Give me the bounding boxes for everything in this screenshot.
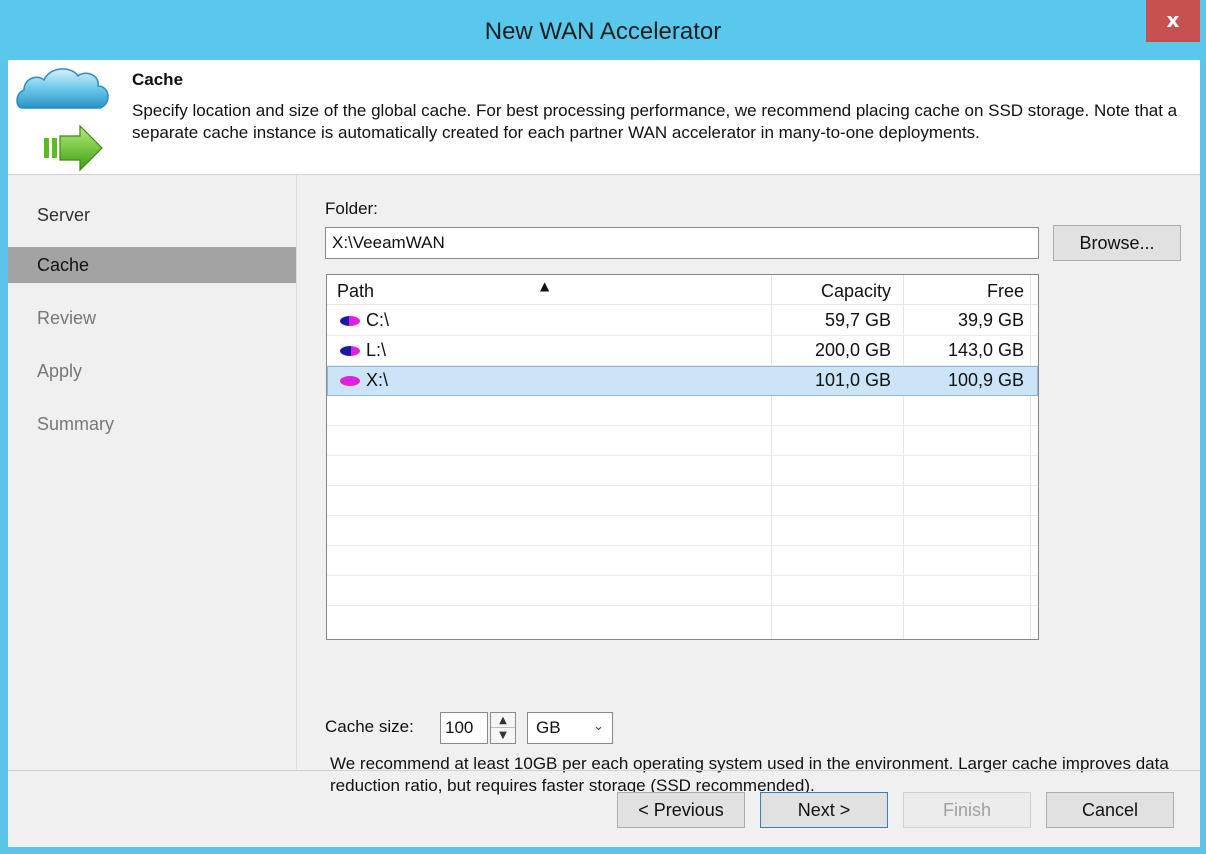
column-header-free[interactable]: Free bbox=[903, 281, 1030, 302]
step-apply: Apply bbox=[37, 361, 83, 381]
volumes-table: Path ▲ Capacity Free C:\ 59,7 GB 39,9 GB… bbox=[326, 274, 1039, 640]
cache-size-label: Cache size: bbox=[325, 717, 414, 736]
chevron-down-icon[interactable]: ▼ bbox=[491, 728, 515, 743]
cache-unit-value: GB bbox=[536, 718, 561, 737]
disk-icon bbox=[340, 316, 360, 326]
row-free: 100,9 GB bbox=[947, 370, 1024, 390]
cloud-arrow-icon bbox=[16, 68, 109, 172]
row-divider bbox=[327, 515, 1038, 516]
folder-label: Folder: bbox=[325, 199, 378, 218]
row-free: 143,0 GB bbox=[947, 340, 1024, 360]
table-row[interactable]: C:\ 59,7 GB 39,9 GB bbox=[327, 306, 1038, 336]
finish-button: Finish bbox=[903, 792, 1031, 828]
row-capacity: 59,7 GB bbox=[824, 310, 891, 330]
table-row[interactable]: L:\ 200,0 GB 143,0 GB bbox=[327, 336, 1038, 366]
wizard-content: Cache Specify location and size of the g… bbox=[8, 60, 1200, 847]
disk-icon bbox=[340, 346, 360, 356]
row-divider bbox=[327, 575, 1038, 576]
row-divider bbox=[327, 545, 1038, 546]
cache-size-input[interactable] bbox=[440, 712, 488, 744]
step-summary: Summary bbox=[37, 414, 115, 434]
column-header-path[interactable]: Path bbox=[337, 281, 374, 302]
chevron-down-icon: ⌄ bbox=[593, 719, 604, 734]
previous-button[interactable]: < Previous bbox=[617, 792, 745, 828]
row-path: X:\ bbox=[366, 370, 389, 390]
wizard-window: New WAN Accelerator x Cache Specify loca… bbox=[0, 0, 1206, 854]
table-row-selected[interactable]: X:\ 101,0 GB 100,9 GB bbox=[327, 366, 1038, 396]
row-divider bbox=[327, 425, 1038, 426]
cancel-button[interactable]: Cancel bbox=[1046, 792, 1174, 828]
footer-divider bbox=[8, 770, 1200, 771]
column-header-capacity[interactable]: Capacity bbox=[771, 281, 903, 302]
step-cache[interactable]: Cache bbox=[8, 247, 296, 283]
close-button[interactable]: x bbox=[1146, 0, 1200, 42]
row-path: C:\ bbox=[366, 310, 390, 330]
cache-unit-select[interactable]: GB ⌄ bbox=[527, 712, 613, 744]
window-title: New WAN Accelerator bbox=[484, 18, 722, 45]
step-review: Review bbox=[37, 308, 97, 328]
row-free: 39,9 GB bbox=[957, 310, 1024, 330]
row-divider bbox=[327, 605, 1038, 606]
folder-path-input[interactable] bbox=[325, 227, 1039, 259]
cache-size-note: We recommend at least 10GB per each oper… bbox=[330, 754, 1169, 795]
table-header: Path ▲ Capacity Free bbox=[327, 275, 1038, 305]
page-description: Specify location and size of the global … bbox=[132, 101, 1178, 142]
title-bar[interactable]: New WAN Accelerator x bbox=[0, 0, 1206, 60]
step-server[interactable]: Server bbox=[8, 197, 296, 233]
chevron-up-icon[interactable]: ▲ bbox=[491, 713, 515, 728]
row-capacity: 101,0 GB bbox=[814, 370, 891, 390]
row-divider bbox=[327, 485, 1038, 486]
disk-icon bbox=[340, 376, 360, 386]
wizard-steps: Server Cache Review Apply Summary bbox=[8, 175, 296, 770]
next-button[interactable]: Next > bbox=[760, 792, 888, 828]
wizard-header: Cache Specify location and size of the g… bbox=[8, 60, 1200, 174]
row-capacity: 200,0 GB bbox=[814, 340, 891, 360]
cache-size-stepper[interactable]: ▲ ▼ bbox=[490, 712, 516, 744]
row-path: L:\ bbox=[366, 340, 387, 360]
cache-panel: Folder: Browse... Path ▲ Capacity Free bbox=[297, 175, 1200, 795]
row-divider bbox=[327, 455, 1038, 456]
page-title: Cache bbox=[132, 70, 184, 89]
sort-ascending-icon: ▲ bbox=[540, 279, 550, 293]
browse-button[interactable]: Browse... bbox=[1053, 225, 1181, 261]
